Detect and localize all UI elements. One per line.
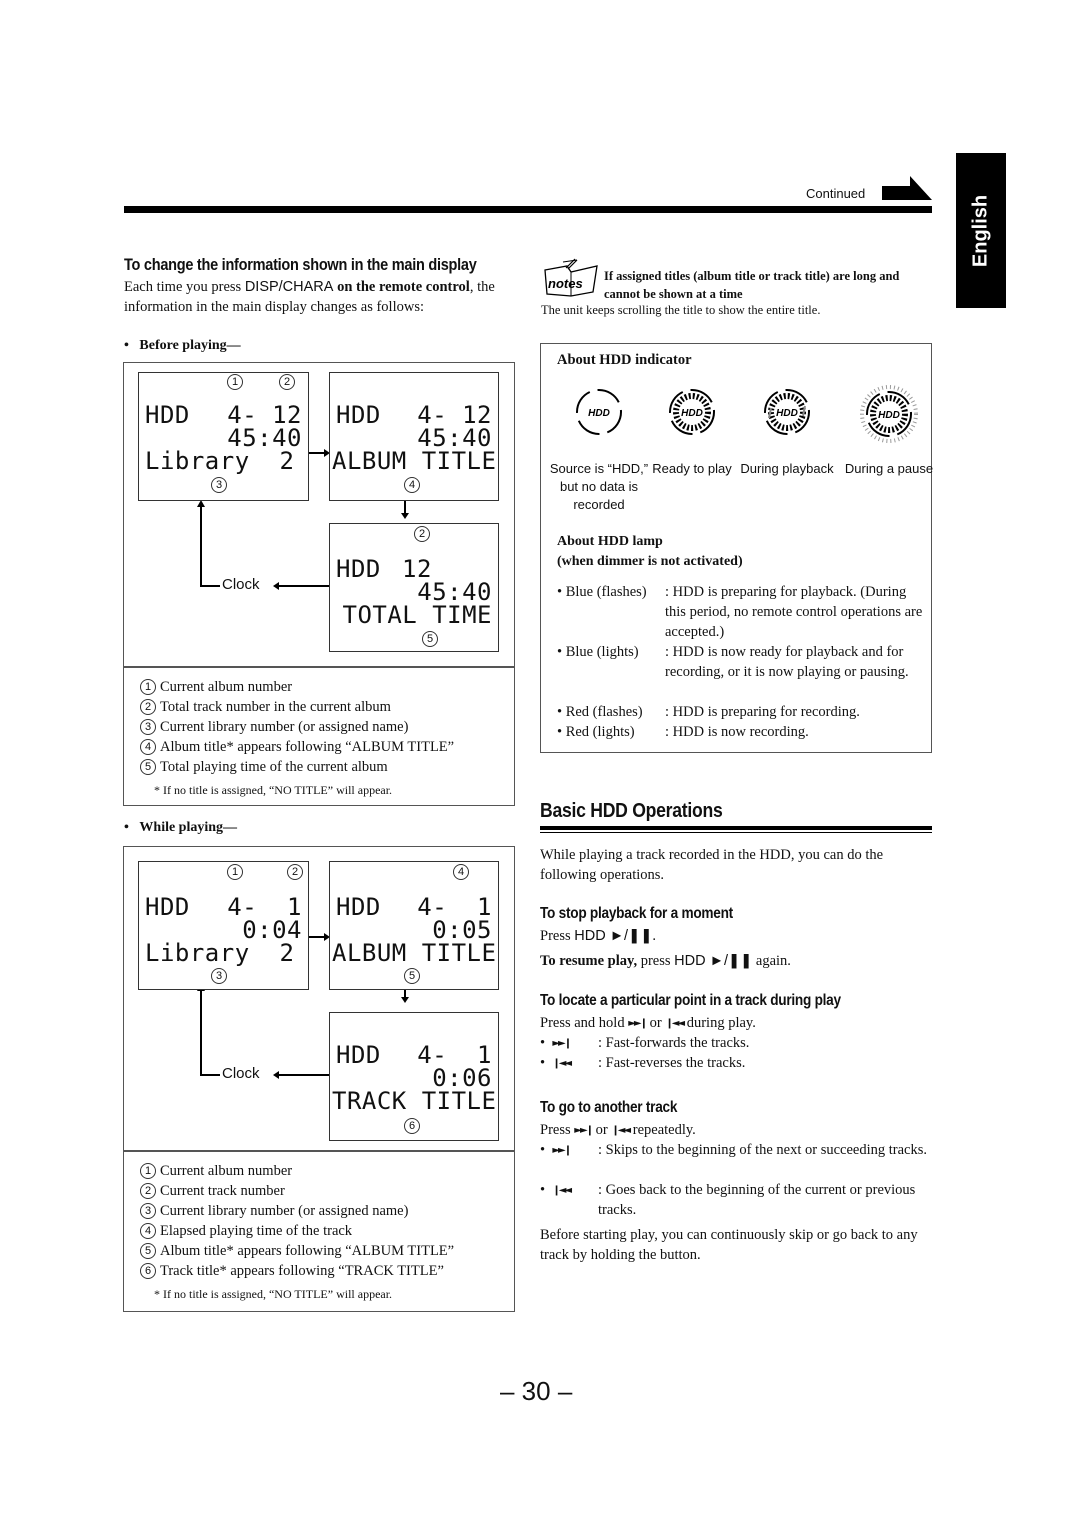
svg-text:HDD: HDD (878, 410, 900, 421)
indicator-label: Ready to play (652, 461, 732, 476)
locate-point-instruction: Press and hold ►►❙ or ❙◄◄ during play. (540, 1015, 756, 1031)
skip-forward-icon: ►►❙ (574, 1125, 594, 1136)
svg-text:HDD: HDD (776, 408, 798, 419)
fast-forward-icon: ►►❙ (552, 1038, 572, 1049)
before-playing-legend: 1 Current album number 2 Total track numbe… (123, 666, 515, 806)
indicator-label: During a pause (844, 461, 934, 476)
hdd-indicator-item: HDD Ready to play (642, 384, 742, 478)
language-tab: English (956, 153, 1006, 308)
legend-item: 2 Current track number (140, 1181, 454, 1201)
callout-3: 3 (211, 477, 227, 493)
svg-text:HDD: HDD (681, 408, 703, 419)
callout-3: 3 (211, 968, 227, 984)
callout-5: 5 (422, 631, 438, 647)
top-rule (124, 206, 932, 213)
legend-item: 1 Current album number (140, 1161, 454, 1181)
while-playing-heading: • While playing— (124, 820, 238, 835)
fast-reverse-icon: ❙◄◄ (552, 1058, 572, 1069)
lamp-row: • Blue (lights): HDD is now ready for pl… (557, 644, 909, 680)
disp-chara-key: DISP/CHARA (244, 279, 334, 295)
legend-item: 3 Current library number (or assigned nam… (140, 1201, 454, 1221)
lamp-row: • Red (lights): HDD is now recording. (557, 724, 809, 740)
hdd-indicator-ready-icon: HDD (669, 389, 715, 435)
footnote: * If no title is assigned, “NO TITLE” wi… (154, 1287, 393, 1301)
clock-label: Clock (222, 576, 260, 593)
list-item: • ►►❙: Fast-forwards the tracks. (540, 1035, 750, 1051)
lamp-row: • Blue (flashes): HDD is preparing for p… (557, 584, 923, 640)
resume-play-instruction: To resume play, press HDD ►/❚❚ again. (540, 953, 791, 969)
clock-label: Clock (222, 1065, 260, 1082)
list-item: • ►►❙: Skips to the beginning of the nex… (540, 1142, 927, 1158)
locate-point-title: To locate a particular point in a track … (540, 992, 841, 1009)
hdd-indicator-playback-icon: HDD (764, 389, 810, 435)
another-track-title: To go to another track (540, 1099, 678, 1116)
page-number: – 30 – (500, 1376, 573, 1406)
svg-text:notes: notes (548, 276, 583, 291)
before-playing-heading: • Before playing— (124, 338, 241, 353)
callout-4: 4 (453, 864, 469, 880)
while-playing-diagram: HDD 4- 1 0:04 Library 2 1 2 3 HDD 4- 1 0… (123, 846, 515, 1152)
basic-ops-intro: While playing a track recorded in the HD… (540, 847, 884, 883)
list-item: • ❙◄◄: Goes back to the beginning of the… (540, 1182, 916, 1218)
notes-body: The unit keeps scrolling the title to sh… (541, 303, 821, 317)
hdd-lamp-title: About HDD lamp (when dimmer is not activ… (557, 534, 743, 569)
callout-1: 1 (227, 864, 243, 880)
hdd-indicator-pause-icon: HDD (860, 385, 918, 443)
lamp-row: • Red (flashes): HDD is preparing for re… (557, 704, 860, 720)
callout-5: 5 (404, 968, 420, 984)
callout-2: 2 (287, 864, 303, 880)
svg-text:HDD: HDD (588, 408, 610, 419)
section-intro: Each time you press DISP/CHARA on the re… (124, 279, 495, 315)
fast-reverse-icon: ❙◄◄ (665, 1018, 685, 1029)
basic-hdd-operations-title: Basic HDD Operations (540, 800, 723, 822)
hdd-indicator-title: About HDD indicator (557, 352, 692, 368)
legend-item: 1 Current album number (140, 677, 454, 697)
hdd-indicator-box: About HDD indicator HDD Source is “HDD,”… (540, 343, 933, 753)
title-rule (540, 826, 932, 830)
language-tab-label: English (969, 194, 992, 267)
hdd-play-pause-key: HDD ►/❚❚ (574, 928, 653, 944)
legend-item: 4 Album title* appears following “ALBUM T… (140, 737, 454, 757)
callout-6: 6 (404, 1118, 420, 1134)
footnote: * If no title is assigned, “NO TITLE” wi… (154, 783, 393, 797)
skip-back-icon: ❙◄◄ (611, 1125, 631, 1136)
callout-2b: 2 (414, 526, 430, 542)
indicator-label: Source is “HDD,” but no data is recorded (549, 461, 649, 512)
legend-item: 6 Track title* appears following “TRACK T… (140, 1261, 454, 1281)
list-item: • ❙◄◄: Fast-reverses the tracks. (540, 1055, 746, 1071)
callout-1: 1 (227, 374, 243, 390)
legend-item: 5 Album title* appears following “ALBUM T… (140, 1241, 454, 1261)
lcd-screen-total-time: HDD 12 45:40 TOTAL TIME (329, 523, 499, 652)
continued-label: Continued (806, 186, 866, 201)
legend-item: 2 Total track number in the current album (140, 697, 454, 717)
notes-title: If assigned titles (album title or track… (604, 269, 900, 301)
continued-arrow-icon (882, 176, 932, 200)
hdd-indicator-item: HDD Source is “HDD,” but no data is reco… (549, 384, 649, 514)
section-title-change-display: To change the information shown in the m… (124, 256, 477, 274)
skip-forward-icon: ►►❙ (552, 1145, 572, 1156)
callout-4: 4 (404, 477, 420, 493)
stop-playback-instruction: Press HDD ►/❚❚. (540, 928, 656, 944)
callout-2: 2 (279, 374, 295, 390)
skip-back-icon: ❙◄◄ (552, 1185, 572, 1196)
title-rule (540, 832, 932, 833)
notes-icon: notes (544, 258, 598, 297)
fast-forward-icon: ►►❙ (628, 1018, 648, 1029)
stop-playback-title: To stop playback for a moment (540, 905, 733, 922)
legend-item: 3 Current library number (or assigned nam… (140, 717, 454, 737)
before-playing-diagram: HDD 4- 12 45:40 Library 2 1 2 3 HDD 4- 1… (123, 362, 515, 668)
legend-item: 5 Total playing time of the current album (140, 757, 454, 777)
indicator-label: During playback (740, 461, 834, 476)
hdd-indicator-item: HDD During playback (737, 384, 837, 478)
hdd-indicator-empty-icon: HDD (576, 389, 622, 435)
legend-item: 4 Elapsed playing time of the track (140, 1221, 454, 1241)
hdd-indicator-item: HDD During a pause (839, 384, 939, 478)
another-track-outro: Before starting play, you can continuous… (540, 1227, 918, 1263)
while-playing-legend: 1 Current album number 2 Current track num… (123, 1150, 515, 1312)
another-track-instruction: Press ►►❙ or ❙◄◄ repeatedly. (540, 1122, 696, 1138)
hdd-play-pause-key: HDD ►/❚❚ (674, 953, 753, 969)
